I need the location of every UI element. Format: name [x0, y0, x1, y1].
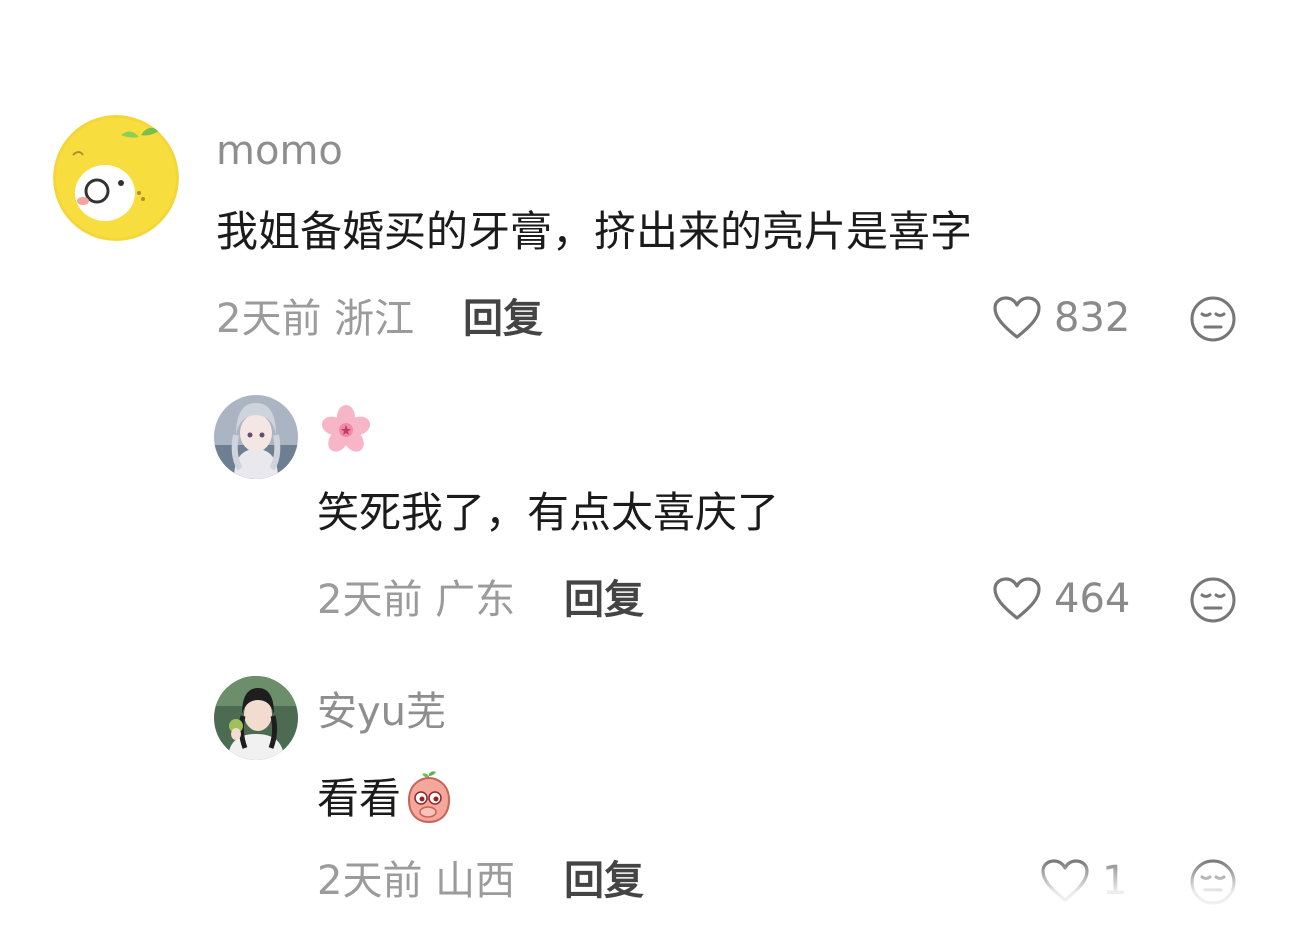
bottom-fade-overlay — [1020, 860, 1312, 931]
comment-location: 浙江 — [334, 296, 415, 342]
cherry-blossom-emoji-icon — [321, 405, 371, 452]
yellow-cartoon-avatar-icon — [53, 115, 179, 241]
like-button[interactable]: 464 — [992, 576, 1130, 622]
girl-photo-avatar-icon — [214, 676, 298, 760]
reply-button[interactable]: 回复 — [564, 580, 644, 620]
comment-time: 2天前 — [317, 858, 423, 904]
user-avatar[interactable] — [214, 395, 298, 479]
heart-icon — [993, 296, 1041, 339]
username[interactable]: 安yu芜 — [317, 692, 446, 732]
comment-time: 2天前 — [317, 577, 423, 623]
user-avatar[interactable] — [214, 676, 298, 760]
username[interactable]: momo — [216, 131, 343, 171]
expressionless-face-icon — [1190, 296, 1236, 342]
comment-meta: 2天前 浙江 — [216, 299, 414, 339]
comment-text-body: 看看 — [317, 774, 402, 823]
reply-button[interactable]: 回复 — [564, 861, 644, 901]
like-count: 464 — [1054, 576, 1131, 622]
comment-text: 我姐备婚买的牙膏，挤出来的亮片是喜字 — [216, 207, 973, 256]
comment-meta: 2天前 广东 — [317, 580, 515, 620]
peach-face-emoji — [401, 770, 457, 833]
like-button[interactable]: 832 — [992, 295, 1130, 341]
dislike-button[interactable] — [1189, 576, 1237, 628]
reply-button[interactable]: 回复 — [463, 299, 543, 339]
comment-text: 看看 — [317, 770, 457, 833]
peach-face-emoji-icon — [408, 771, 451, 824]
user-avatar[interactable] — [53, 115, 179, 241]
dislike-button[interactable] — [1189, 295, 1237, 347]
heart-icon — [993, 577, 1041, 620]
comment-location: 山西 — [435, 858, 516, 904]
comment-location: 广东 — [435, 577, 516, 623]
comment-text: 笑死我了，有点太喜庆了 — [317, 488, 780, 537]
expressionless-face-icon — [1190, 577, 1236, 623]
comment-meta: 2天前 山西 — [317, 861, 515, 901]
like-count: 832 — [1054, 295, 1131, 341]
username-emoji[interactable] — [318, 402, 374, 462]
comment-time: 2天前 — [216, 296, 322, 342]
anime-girl-avatar-icon — [214, 395, 298, 479]
